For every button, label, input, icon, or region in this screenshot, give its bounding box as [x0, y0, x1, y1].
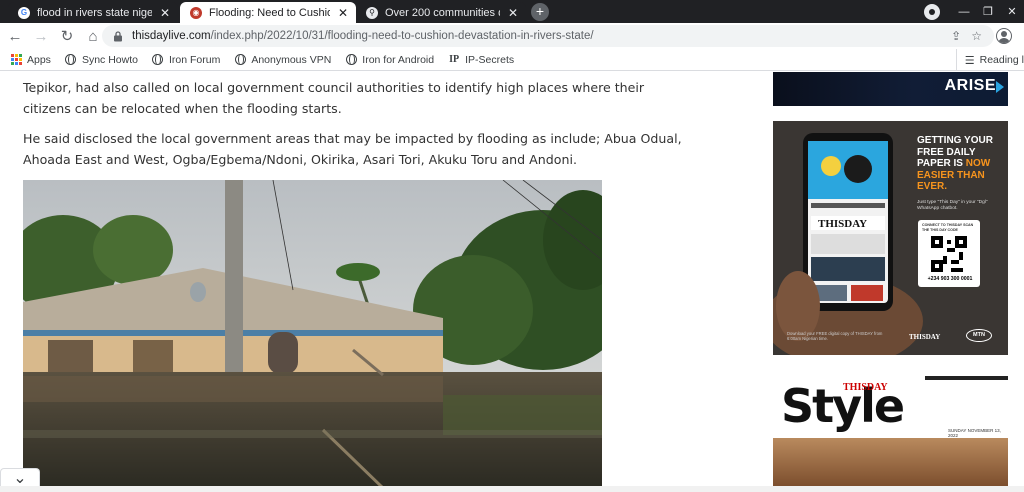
reading-list-icon: ☰ — [964, 54, 975, 67]
bookmark-label: IP-Secrets — [465, 53, 515, 66]
article-paragraph: Tepikor, had also called on local govern… — [23, 80, 645, 116]
reload-icon[interactable]: ↻ — [56, 25, 78, 47]
google-icon: G — [18, 6, 30, 19]
qr-code-icon — [931, 236, 967, 272]
tab-title: flood in rivers state nigeria - Goo — [37, 6, 152, 19]
window-controls: — ❐ ✕ — [924, 0, 1024, 23]
article-paragraph: He said disclosed the local government a… — [23, 131, 682, 167]
bookmark-iron-for-android[interactable]: Iron for Android — [345, 54, 434, 66]
style-top-bar — [925, 376, 1008, 380]
thisday-whatsapp-ad[interactable]: THISDAY GETTING YOUR FREE DAILY PAPER IS… — [773, 121, 1008, 355]
tab-strip: G flood in rivers state nigeria - Goo ✕ … — [0, 0, 1024, 23]
forward-arrow-icon[interactable]: → — [30, 25, 52, 47]
bookmark-label: Iron Forum — [168, 53, 221, 66]
tab-title: Flooding: Need to Cushion Devast — [209, 6, 330, 19]
lock-icon — [114, 31, 122, 42]
tab-communities-displaced[interactable]: ⚲ Over 200 communities displaced ✕ — [356, 2, 526, 23]
ad-phone-number: +234 903 300 0001 — [927, 276, 973, 282]
bookmark-anonymous-vpn[interactable]: Anonymous VPN — [234, 54, 331, 66]
style-cover-photo — [773, 438, 1008, 488]
ad-headline: GETTING YOUR FREE DAILY PAPER IS NOW EAS… — [917, 135, 1001, 193]
ip-icon: IP — [449, 54, 460, 65]
star-icon[interactable]: ☆ — [971, 29, 982, 43]
ad-footer-text: Download your FREE digital copy of THISD… — [787, 331, 883, 341]
minimize-icon[interactable]: — — [952, 6, 976, 18]
flood-photo — [23, 180, 602, 488]
url-path: /index.php/2022/10/31/flooding-need-to-c… — [210, 30, 594, 42]
bookmark-label: Anonymous VPN — [251, 53, 332, 66]
globe-icon — [152, 54, 164, 66]
address-bar[interactable]: thisdaylive.com/index.php/2022/10/31/flo… — [102, 25, 994, 47]
tab-thisday-article[interactable]: ◉ Flooding: Need to Cushion Devast ✕ — [180, 2, 356, 23]
close-icon[interactable]: ✕ — [158, 6, 172, 20]
avatar[interactable] — [996, 28, 1012, 44]
bookmarks-bar: Apps Sync Howto Iron Forum Anonymous VPN… — [0, 49, 1024, 71]
tab-google-search[interactable]: G flood in rivers state nigeria - Goo ✕ — [8, 2, 178, 23]
home-icon[interactable]: ⌂ — [82, 25, 104, 47]
globe-icon — [345, 54, 357, 66]
thisday-logo: THISDAY — [843, 382, 888, 393]
globe-icon — [234, 54, 246, 66]
mtn-logo: MTN — [966, 329, 992, 342]
style-date: SUNDAY NOVEMBER 13, 2022 — [948, 428, 1001, 438]
thisday-style-ad[interactable]: Style THISDAY SUNDAY NOVEMBER 13, 2022 — [773, 376, 1008, 488]
globe-icon — [65, 54, 77, 66]
pin-icon: ⚲ — [366, 6, 378, 19]
arise-ad-banner[interactable]: ARISE — [773, 72, 1008, 106]
thisday-icon: ◉ — [190, 6, 202, 19]
new-tab-button[interactable]: + — [531, 3, 549, 21]
restore-icon[interactable]: ❐ — [976, 5, 1000, 18]
bookmark-ip-secrets[interactable]: IP IP-Secrets — [448, 54, 514, 66]
bookmark-label: Iron for Android — [362, 53, 435, 66]
close-icon[interactable]: ✕ — [336, 6, 350, 20]
horizontal-scrollbar[interactable] — [0, 486, 1024, 492]
close-icon[interactable]: ✕ — [506, 6, 520, 20]
apps-grid-icon — [10, 54, 22, 66]
qr-label: CONNECT TO THISDAY SCAN THE THIS DAY COD… — [922, 223, 974, 232]
thisday-logo: THISDAY — [909, 333, 941, 341]
bookmark-label: Apps — [27, 53, 51, 66]
ad-instruction: Just type "This Day" in your "Dgl" Whats… — [917, 200, 988, 211]
share-icon[interactable]: ⇪ — [951, 29, 961, 43]
bookmark-apps[interactable]: Apps — [10, 54, 51, 66]
back-arrow-icon[interactable]: ← — [4, 25, 26, 47]
close-window-icon[interactable]: ✕ — [1000, 5, 1024, 18]
qr-card: CONNECT TO THISDAY SCAN THE THIS DAY COD… — [918, 220, 980, 287]
profile-icon[interactable] — [924, 3, 940, 20]
reading-list-label: Reading l — [979, 54, 1024, 66]
arise-logo: ARISE — [944, 77, 996, 94]
browser-toolbar: ← → ↻ ⌂ thisdaylive.com/index.php/2022/1… — [0, 23, 1024, 49]
url-host: thisdaylive.com — [132, 30, 211, 42]
chevron-down-icon[interactable]: ⌄ — [0, 468, 40, 487]
play-icon — [996, 81, 1004, 93]
bookmark-iron-forum[interactable]: Iron Forum — [152, 54, 220, 66]
bookmark-label: Sync Howto — [81, 53, 138, 66]
svg-text:THISDAY: THISDAY — [818, 218, 867, 230]
tab-title: Over 200 communities displaced — [385, 6, 500, 19]
reading-list-button[interactable]: ☰ Reading l — [955, 49, 1024, 71]
bookmark-sync-howto[interactable]: Sync Howto — [65, 54, 138, 66]
